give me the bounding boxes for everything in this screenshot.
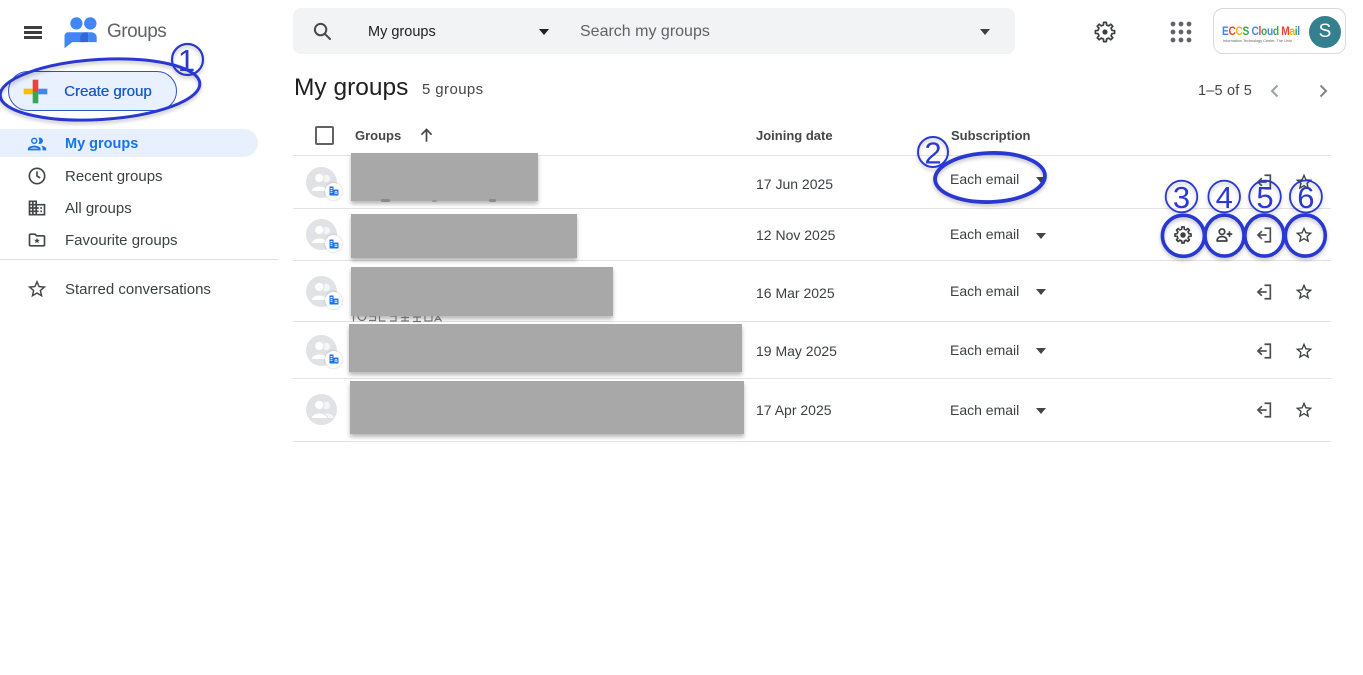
svg-text:5: 5 — [1256, 180, 1273, 215]
svg-text:2: 2 — [924, 136, 941, 171]
svg-text:4: 4 — [1216, 180, 1233, 215]
svg-text:3: 3 — [1173, 180, 1190, 215]
svg-text:1: 1 — [178, 43, 195, 78]
svg-text:6: 6 — [1297, 180, 1314, 215]
